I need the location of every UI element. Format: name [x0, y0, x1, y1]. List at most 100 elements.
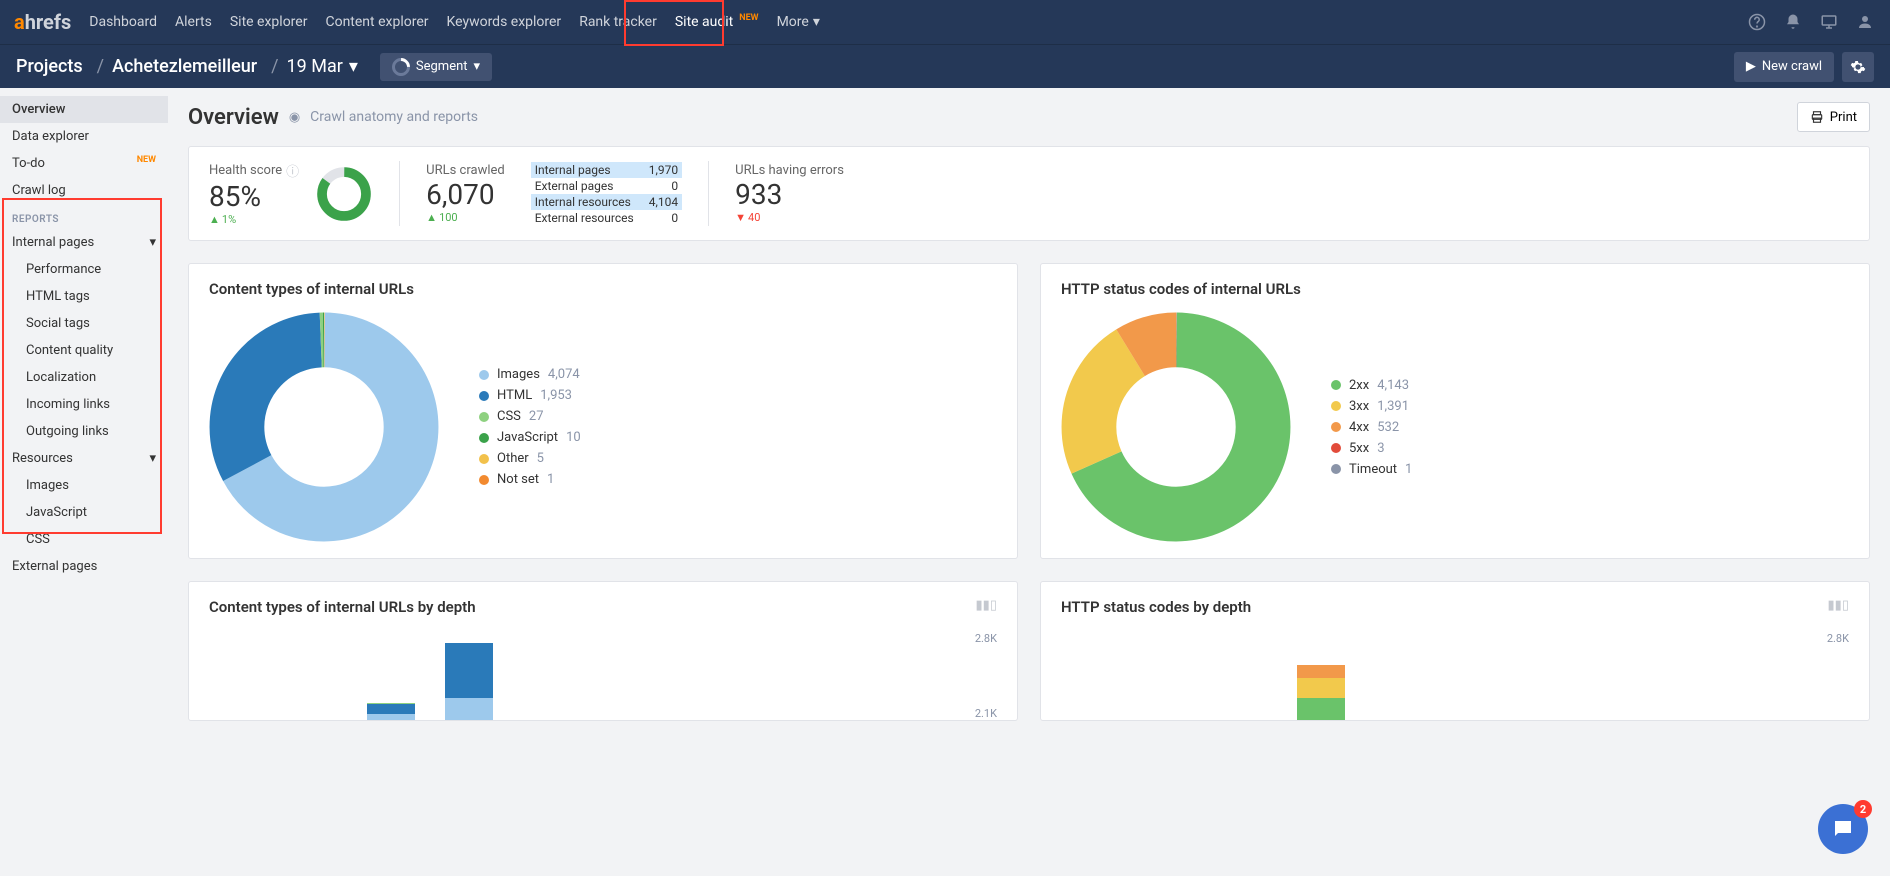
breakdown-row[interactable]: External pages0 — [531, 178, 682, 194]
legend-item[interactable]: 2xx4,143 — [1331, 378, 1412, 393]
chat-bubble[interactable]: 2 — [1818, 804, 1868, 854]
user-icon[interactable] — [1854, 11, 1876, 33]
sidebar-item-css[interactable]: CSS — [0, 526, 168, 553]
chevron-down-icon: ▾ — [349, 56, 358, 77]
date-dropdown[interactable]: 19 Mar ▾ — [287, 56, 358, 77]
health-donut — [315, 165, 373, 223]
breadcrumb-sep: / — [271, 56, 278, 77]
crawled-delta: ▲ 100 — [426, 211, 505, 224]
new-crawl-label: New crawl — [1762, 59, 1822, 74]
errors-delta: ▼ 40 — [735, 211, 844, 224]
sidebar-item-localization[interactable]: Localization — [0, 364, 168, 391]
legend-item[interactable]: Other5 — [479, 451, 581, 466]
nav-more[interactable]: More ▾ — [777, 14, 820, 30]
chevron-down-icon: ▾ — [474, 59, 481, 74]
nav-content-explorer[interactable]: Content explorer — [325, 14, 428, 30]
stat-crawled: URLs crawled 6,070 ▲ 100 Internal pages1… — [426, 161, 682, 226]
depth-bar[interactable] — [367, 703, 415, 720]
breakdown-row[interactable]: Internal resources4,104 — [531, 194, 682, 210]
sidebar-item-to-do[interactable]: To-doNEW — [0, 150, 168, 177]
page-title: Overview — [188, 105, 279, 130]
legend-item[interactable]: Not set1 — [479, 472, 581, 487]
chat-count: 2 — [1854, 800, 1872, 818]
play-circle-icon[interactable]: ◉ — [289, 110, 300, 125]
sidebar-item-social-tags[interactable]: Social tags — [0, 310, 168, 337]
donut-chart — [209, 312, 439, 542]
date-label: 19 Mar — [287, 56, 343, 77]
depth-bar[interactable] — [1297, 665, 1345, 720]
info-icon[interactable]: ⓘ — [286, 161, 299, 180]
nav-rank-tracker[interactable]: Rank tracker — [579, 14, 657, 30]
chart-title: HTTP status codes by depth — [1061, 598, 1849, 616]
sidebar-item-external-pages[interactable]: External pages — [0, 553, 168, 580]
legend-item[interactable]: 5xx3 — [1331, 441, 1412, 456]
segment-button[interactable]: Segment ▾ — [380, 53, 492, 81]
play-icon: ▶ — [1746, 59, 1756, 74]
nav-alerts[interactable]: Alerts — [175, 14, 212, 30]
print-label: Print — [1830, 110, 1857, 125]
main-content: Overview ◉ Crawl anatomy and reports Pri… — [168, 88, 1890, 735]
new-crawl-button[interactable]: ▶ New crawl — [1734, 52, 1834, 82]
settings-button[interactable] — [1842, 52, 1874, 82]
chart-title: HTTP status codes of internal URLs — [1061, 280, 1849, 298]
nav-dashboard[interactable]: Dashboard — [89, 14, 157, 30]
segment-icon — [388, 54, 413, 79]
sidebar-item-performance[interactable]: Performance — [0, 256, 168, 283]
breadcrumb-sep: / — [97, 56, 104, 77]
sidebar-item-content-quality[interactable]: Content quality — [0, 337, 168, 364]
sidebar-item-data-explorer[interactable]: Data explorer — [0, 123, 168, 150]
legend-item[interactable]: CSS27 — [479, 409, 581, 424]
depth-bar[interactable] — [445, 643, 493, 720]
breadcrumb-bar: Projects / Achetezlemeilleur / 19 Mar ▾ … — [0, 44, 1890, 88]
crawled-breakdown: Internal pages1,970External pages0Intern… — [531, 162, 682, 226]
legend-item[interactable]: Images4,074 — [479, 367, 581, 382]
chart-http-codes: HTTP status codes of internal URLs 2xx4,… — [1040, 263, 1870, 559]
sidebar-item-crawl-log[interactable]: Crawl log — [0, 177, 168, 204]
stats-card: Health scoreⓘ 85% ▲ 1% URLs crawled 6,07… — [188, 146, 1870, 241]
logo-a: a — [14, 10, 25, 34]
chart-content-depth: Content types of internal URLs by depth … — [188, 581, 1018, 721]
gear-icon — [1850, 59, 1866, 75]
bell-icon[interactable] — [1782, 11, 1804, 33]
crawled-value: 6,070 — [426, 178, 505, 211]
chevron-down-icon: ▾ — [149, 451, 156, 466]
breadcrumb-root[interactable]: Projects — [16, 56, 83, 77]
stat-errors: URLs having errors 933 ▼ 40 — [735, 161, 844, 226]
logo[interactable]: ahrefs — [14, 10, 71, 34]
bars-icon[interactable]: ▮▮▯ — [976, 598, 997, 613]
top-nav: ahrefs Dashboard Alerts Site explorer Conte… — [0, 0, 1890, 44]
chevron-down-icon: ▾ — [149, 235, 156, 250]
monitor-icon[interactable] — [1818, 11, 1840, 33]
page-subtitle: Crawl anatomy and reports — [310, 109, 478, 125]
sidebar-item-html-tags[interactable]: HTML tags — [0, 283, 168, 310]
sidebar-item-overview[interactable]: Overview — [0, 96, 168, 123]
legend-item[interactable]: Timeout1 — [1331, 462, 1412, 477]
breakdown-row[interactable]: Internal pages1,970 — [531, 162, 682, 178]
legend-item[interactable]: 4xx532 — [1331, 420, 1412, 435]
donut-chart — [1061, 312, 1291, 542]
nav-site-audit[interactable]: Site auditNEW — [675, 14, 759, 30]
sidebar-item-incoming-links[interactable]: Incoming links — [0, 391, 168, 418]
legend-item[interactable]: HTML1,953 — [479, 388, 581, 403]
chart-title: Content types of internal URLs — [209, 280, 997, 298]
sidebar-item-internal-pages[interactable]: Internal pages▾ — [0, 229, 168, 256]
legend-item[interactable]: 3xx1,391 — [1331, 399, 1412, 414]
sidebar-item-resources[interactable]: Resources▾ — [0, 445, 168, 472]
sidebar-item-images[interactable]: Images — [0, 472, 168, 499]
nav-site-explorer[interactable]: Site explorer — [230, 14, 308, 30]
bars-icon[interactable]: ▮▮▯ — [1828, 598, 1849, 613]
crawled-label: URLs crawled — [426, 163, 505, 178]
errors-value: 933 — [735, 178, 844, 211]
nav-keywords-explorer[interactable]: Keywords explorer — [447, 14, 562, 30]
sidebar: OverviewData explorerTo-doNEWCrawl log R… — [0, 88, 168, 735]
breadcrumb-project[interactable]: Achetezlemeilleur — [112, 56, 257, 77]
sidebar-item-javascript[interactable]: JavaScript — [0, 499, 168, 526]
print-button[interactable]: Print — [1797, 102, 1870, 132]
segment-label: Segment — [416, 59, 468, 74]
help-icon[interactable] — [1746, 11, 1768, 33]
sidebar-section-reports: REPORTS — [0, 204, 168, 229]
legend-item[interactable]: JavaScript10 — [479, 430, 581, 445]
breakdown-row[interactable]: External resources0 — [531, 210, 682, 226]
sidebar-item-outgoing-links[interactable]: Outgoing links — [0, 418, 168, 445]
stat-health: Health scoreⓘ 85% ▲ 1% — [209, 161, 373, 226]
